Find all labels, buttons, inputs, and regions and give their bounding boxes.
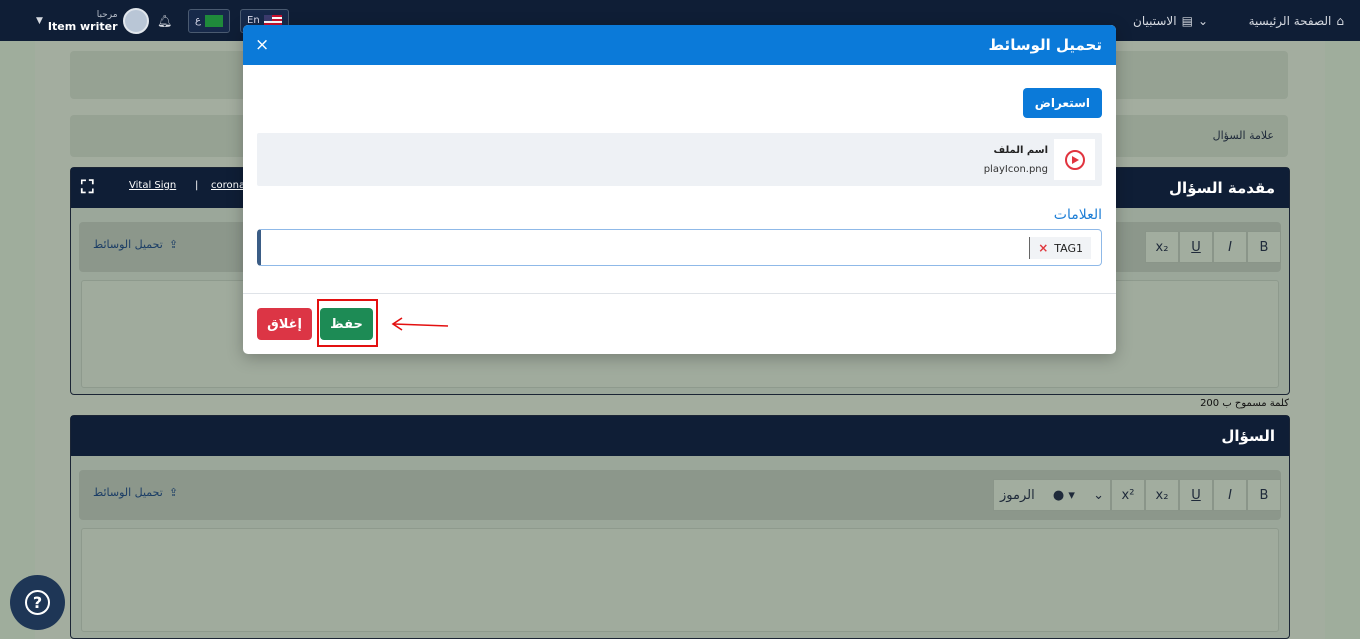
italic-button[interactable]: I [1213, 479, 1247, 511]
tags-label: العلامات [1053, 207, 1102, 223]
tag-label: TAG1 [1054, 241, 1083, 255]
user-info: مرحبا Item writer [48, 9, 118, 33]
upload-media-label: تحميل الوسائط [93, 238, 163, 251]
file-name-label: اسم الملف [993, 145, 1048, 156]
question-card-header: السؤال [71, 416, 1289, 456]
modal-divider [243, 293, 1116, 294]
close-icon[interactable]: × [255, 36, 269, 54]
modal-header: × تحميل الوسائط [243, 25, 1116, 65]
remove-tag-icon[interactable]: × [1038, 241, 1048, 255]
play-icon [1064, 149, 1085, 170]
link-separator: | [195, 180, 199, 191]
file-info: اسم الملف playIcon.png [984, 144, 1048, 177]
bell-icon[interactable]: 🔔︎ [157, 0, 172, 41]
intro-title: مقدمة السؤال [1169, 179, 1275, 197]
home-icon: ⌂ [1336, 13, 1344, 28]
close-button[interactable]: إغلاق [257, 308, 312, 340]
lang-ar-button[interactable]: ع [188, 0, 230, 41]
question-mark-label: علامة السؤال [1212, 129, 1274, 142]
symbols-label: الرموز [1000, 487, 1035, 503]
italic-button[interactable]: I [1213, 231, 1247, 263]
file-row: اسم الملف playIcon.png [257, 133, 1102, 186]
upload-media-label: تحميل الوسائط [93, 486, 163, 499]
chevron-down-icon: ▼ [36, 15, 43, 26]
tags-input[interactable]: × TAG1 [257, 229, 1102, 266]
file-thumbnail [1054, 139, 1095, 180]
link-corona[interactable]: corona [211, 180, 245, 191]
nav-surveys-label: الاستبيان [1133, 13, 1177, 28]
subscript-button[interactable]: x₂ [1145, 479, 1179, 511]
nav-surveys[interactable]: الاستبيان ▤ ⌄ [1133, 0, 1208, 41]
fullscreen-icon[interactable]: ⛶ [81, 177, 94, 198]
superscript-button[interactable]: x² [1111, 479, 1145, 511]
upload-icon: ⇪ [168, 486, 179, 499]
underline-button[interactable]: U [1179, 479, 1213, 511]
username: Item writer [47, 19, 118, 33]
question-upload-media[interactable]: تحميل الوسائط ⇪ [93, 486, 178, 499]
modal-title: تحميل الوسائط [988, 36, 1103, 54]
help-button[interactable]: ? [10, 575, 65, 630]
link-vital-sign[interactable]: Vital Sign [129, 180, 176, 191]
upload-icon: ⇪ [168, 238, 179, 251]
word-limit: 200 كلمة مسموح ب [1200, 398, 1289, 409]
arrow-annotation-icon [391, 317, 449, 331]
chevron-down-icon: ⌄ [1093, 487, 1104, 503]
browse-button[interactable]: استعراض [1022, 88, 1102, 118]
question-title: السؤال [1221, 427, 1275, 445]
save-highlight-box [317, 299, 378, 347]
question-icon: ? [25, 590, 50, 615]
sa-flag-icon [204, 14, 223, 27]
bold-button[interactable]: B [1247, 231, 1281, 263]
underline-button[interactable]: U [1179, 231, 1213, 263]
file-name: playIcon.png [983, 164, 1048, 175]
lang-ar-label: ع [195, 15, 201, 26]
color-dot-icon: ● ▾ [1052, 487, 1075, 503]
question-card: السؤال تحميل الوسائط ⇪ B I U x₂ x² الرمو… [70, 415, 1290, 639]
nav-home-label: الصفحة الرئيسية [1248, 13, 1332, 28]
intro-upload-media[interactable]: تحميل الوسائط ⇪ [93, 238, 178, 251]
greeting: مرحبا [96, 9, 118, 20]
survey-icon: ▤ [1181, 13, 1193, 28]
tag-chip: × TAG1 [1029, 237, 1091, 259]
subscript-button[interactable]: x₂ [1145, 231, 1179, 263]
page: الصفحة الرئيسية ⌂ الاستبيان ▤ ⌄ En ع 🔔︎ … [0, 0, 1360, 639]
symbols-dropdown[interactable]: الرموز ● ▾ ⌄ [993, 479, 1111, 511]
question-editor[interactable] [81, 528, 1279, 632]
chevron-down-icon: ⌄ [1197, 13, 1208, 28]
avatar [122, 7, 149, 34]
question-toolbar: تحميل الوسائط ⇪ B I U x₂ x² الرموز ● ▾ ⌄ [79, 470, 1281, 520]
nav-home[interactable]: الصفحة الرئيسية ⌂ [1249, 0, 1344, 41]
user-menu[interactable]: ▼ مرحبا Item writer [36, 0, 149, 41]
bold-button[interactable]: B [1247, 479, 1281, 511]
